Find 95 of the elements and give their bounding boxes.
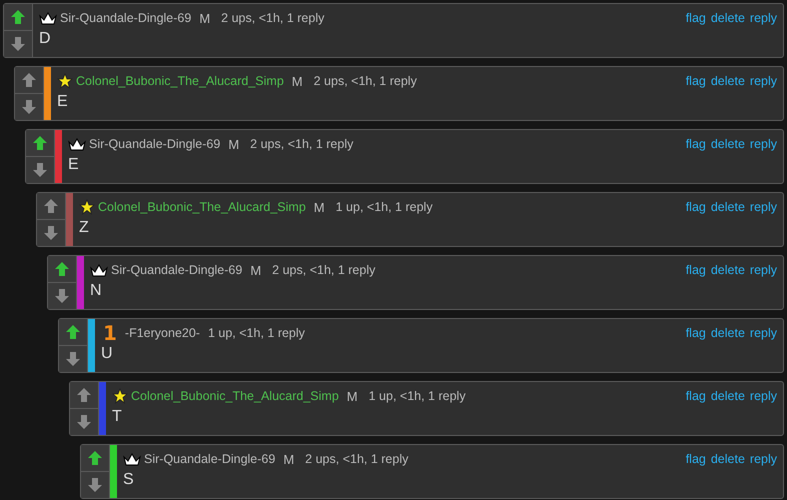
comment-meta: 1 up, <1h, 1 reply	[208, 326, 305, 340]
comment-text: S	[123, 471, 135, 489]
downvote-button[interactable]	[15, 94, 43, 120]
username-link[interactable]: Colonel_Bubonic_The_Alucard_Simp	[76, 74, 284, 88]
down-arrow-icon	[32, 162, 48, 178]
downvote-button[interactable]	[81, 472, 109, 498]
username-link[interactable]: Colonel_Bubonic_The_Alucard_Simp	[131, 389, 339, 403]
upvote-button[interactable]	[37, 193, 65, 220]
mod-label: M	[250, 262, 262, 278]
username-link[interactable]: Sir-Quandale-Dingle-69	[60, 11, 192, 25]
down-arrow-icon	[65, 351, 81, 367]
comment-meta: 2 ups, <1h, 1 reply	[305, 452, 408, 466]
downvote-button[interactable]	[4, 31, 32, 57]
action-link[interactable]: flag	[686, 137, 706, 151]
action-link[interactable]: reply	[750, 326, 777, 340]
comment-text: D	[39, 30, 52, 48]
upvote-button[interactable]	[15, 67, 43, 94]
up-arrow-icon	[65, 324, 81, 340]
up-arrow-icon	[76, 387, 92, 403]
downvote-button[interactable]	[70, 409, 98, 435]
down-arrow-icon	[43, 225, 59, 241]
comment-text: E	[68, 156, 80, 174]
action-link[interactable]: reply	[750, 74, 777, 88]
upvote-button[interactable]	[48, 256, 76, 283]
action-link[interactable]: delete	[710, 137, 745, 151]
action-link[interactable]: delete	[710, 452, 745, 466]
star-icon	[79, 199, 95, 215]
crown-icon	[39, 11, 57, 25]
upvote-button[interactable]	[4, 4, 32, 31]
rank-number: 1	[103, 321, 117, 345]
star-icon	[112, 388, 128, 404]
comment-meta: 2 ups, <1h, 1 reply	[314, 74, 417, 88]
down-arrow-icon	[54, 288, 70, 304]
down-arrow-icon	[21, 99, 37, 115]
action-link[interactable]: delete	[710, 326, 745, 340]
downvote-button[interactable]	[59, 346, 87, 372]
action-link[interactable]: reply	[750, 452, 777, 466]
action-link[interactable]: flag	[686, 326, 706, 340]
action-link[interactable]: flag	[686, 11, 706, 25]
down-arrow-icon	[87, 477, 103, 493]
upvote-button[interactable]	[26, 130, 54, 157]
action-link[interactable]: flag	[686, 74, 706, 88]
action-link[interactable]: reply	[750, 263, 777, 277]
upvote-button[interactable]	[59, 319, 87, 346]
up-arrow-icon	[54, 261, 70, 277]
up-arrow-icon	[10, 9, 26, 25]
mod-label: M	[346, 388, 358, 404]
comment-meta: 1 up, <1h, 1 reply	[368, 389, 466, 403]
comment-meta: 2 ups, <1h, 1 reply	[221, 11, 324, 25]
mod-label: M	[292, 74, 303, 88]
up-arrow-icon	[21, 72, 37, 88]
upvote-button[interactable]	[70, 382, 98, 409]
crown-icon	[123, 452, 141, 466]
username-link[interactable]: -F1eryone20-	[124, 326, 200, 340]
action-link[interactable]: reply	[750, 137, 777, 151]
mod-label: M	[199, 10, 210, 26]
upvote-button[interactable]	[81, 445, 109, 472]
action-link[interactable]: reply	[750, 11, 777, 25]
action-link[interactable]: delete	[710, 11, 745, 25]
down-arrow-icon	[10, 36, 26, 52]
comment-meta: 2 ups, <1h, 1 reply	[250, 137, 354, 151]
downvote-button[interactable]	[26, 157, 54, 183]
action-link[interactable]: reply	[750, 389, 777, 403]
comment-meta: 1 up, <1h, 1 reply	[336, 200, 433, 214]
username-link[interactable]: Colonel_Bubonic_The_Alucard_Simp	[98, 200, 306, 214]
comment-text: T	[112, 408, 123, 426]
action-link[interactable]: flag	[686, 389, 706, 403]
down-arrow-icon	[76, 414, 92, 430]
username-link[interactable]: Sir-Quandale-Dingle-69	[89, 137, 220, 151]
comment-text: Z	[79, 219, 90, 237]
downvote-button[interactable]	[48, 283, 76, 309]
action-link[interactable]: delete	[710, 263, 745, 277]
up-arrow-icon	[43, 198, 59, 214]
up-arrow-icon	[87, 450, 103, 466]
star-icon	[57, 73, 73, 89]
username-link[interactable]: Sir-Quandale-Dingle-69	[144, 452, 276, 466]
comment-text: N	[90, 282, 103, 300]
mod-label: M	[283, 452, 294, 466]
action-link[interactable]: delete	[710, 74, 745, 88]
action-link[interactable]: flag	[686, 263, 706, 277]
comment-text: E	[57, 93, 69, 111]
crown-icon	[90, 263, 108, 277]
action-link[interactable]: delete	[710, 389, 745, 403]
username-link[interactable]: Sir-Quandale-Dingle-69	[111, 263, 242, 277]
action-link[interactable]: flag	[686, 200, 706, 214]
mod-label: M	[314, 200, 325, 214]
crown-icon	[68, 137, 86, 151]
downvote-button[interactable]	[37, 220, 65, 246]
action-link[interactable]: reply	[750, 200, 777, 214]
action-link[interactable]: delete	[710, 200, 745, 214]
mod-label: M	[228, 136, 240, 152]
action-link[interactable]: flag	[686, 452, 706, 466]
comment-meta: 2 ups, <1h, 1 reply	[272, 263, 376, 277]
up-arrow-icon	[32, 135, 48, 151]
comment-text: U	[101, 345, 114, 363]
